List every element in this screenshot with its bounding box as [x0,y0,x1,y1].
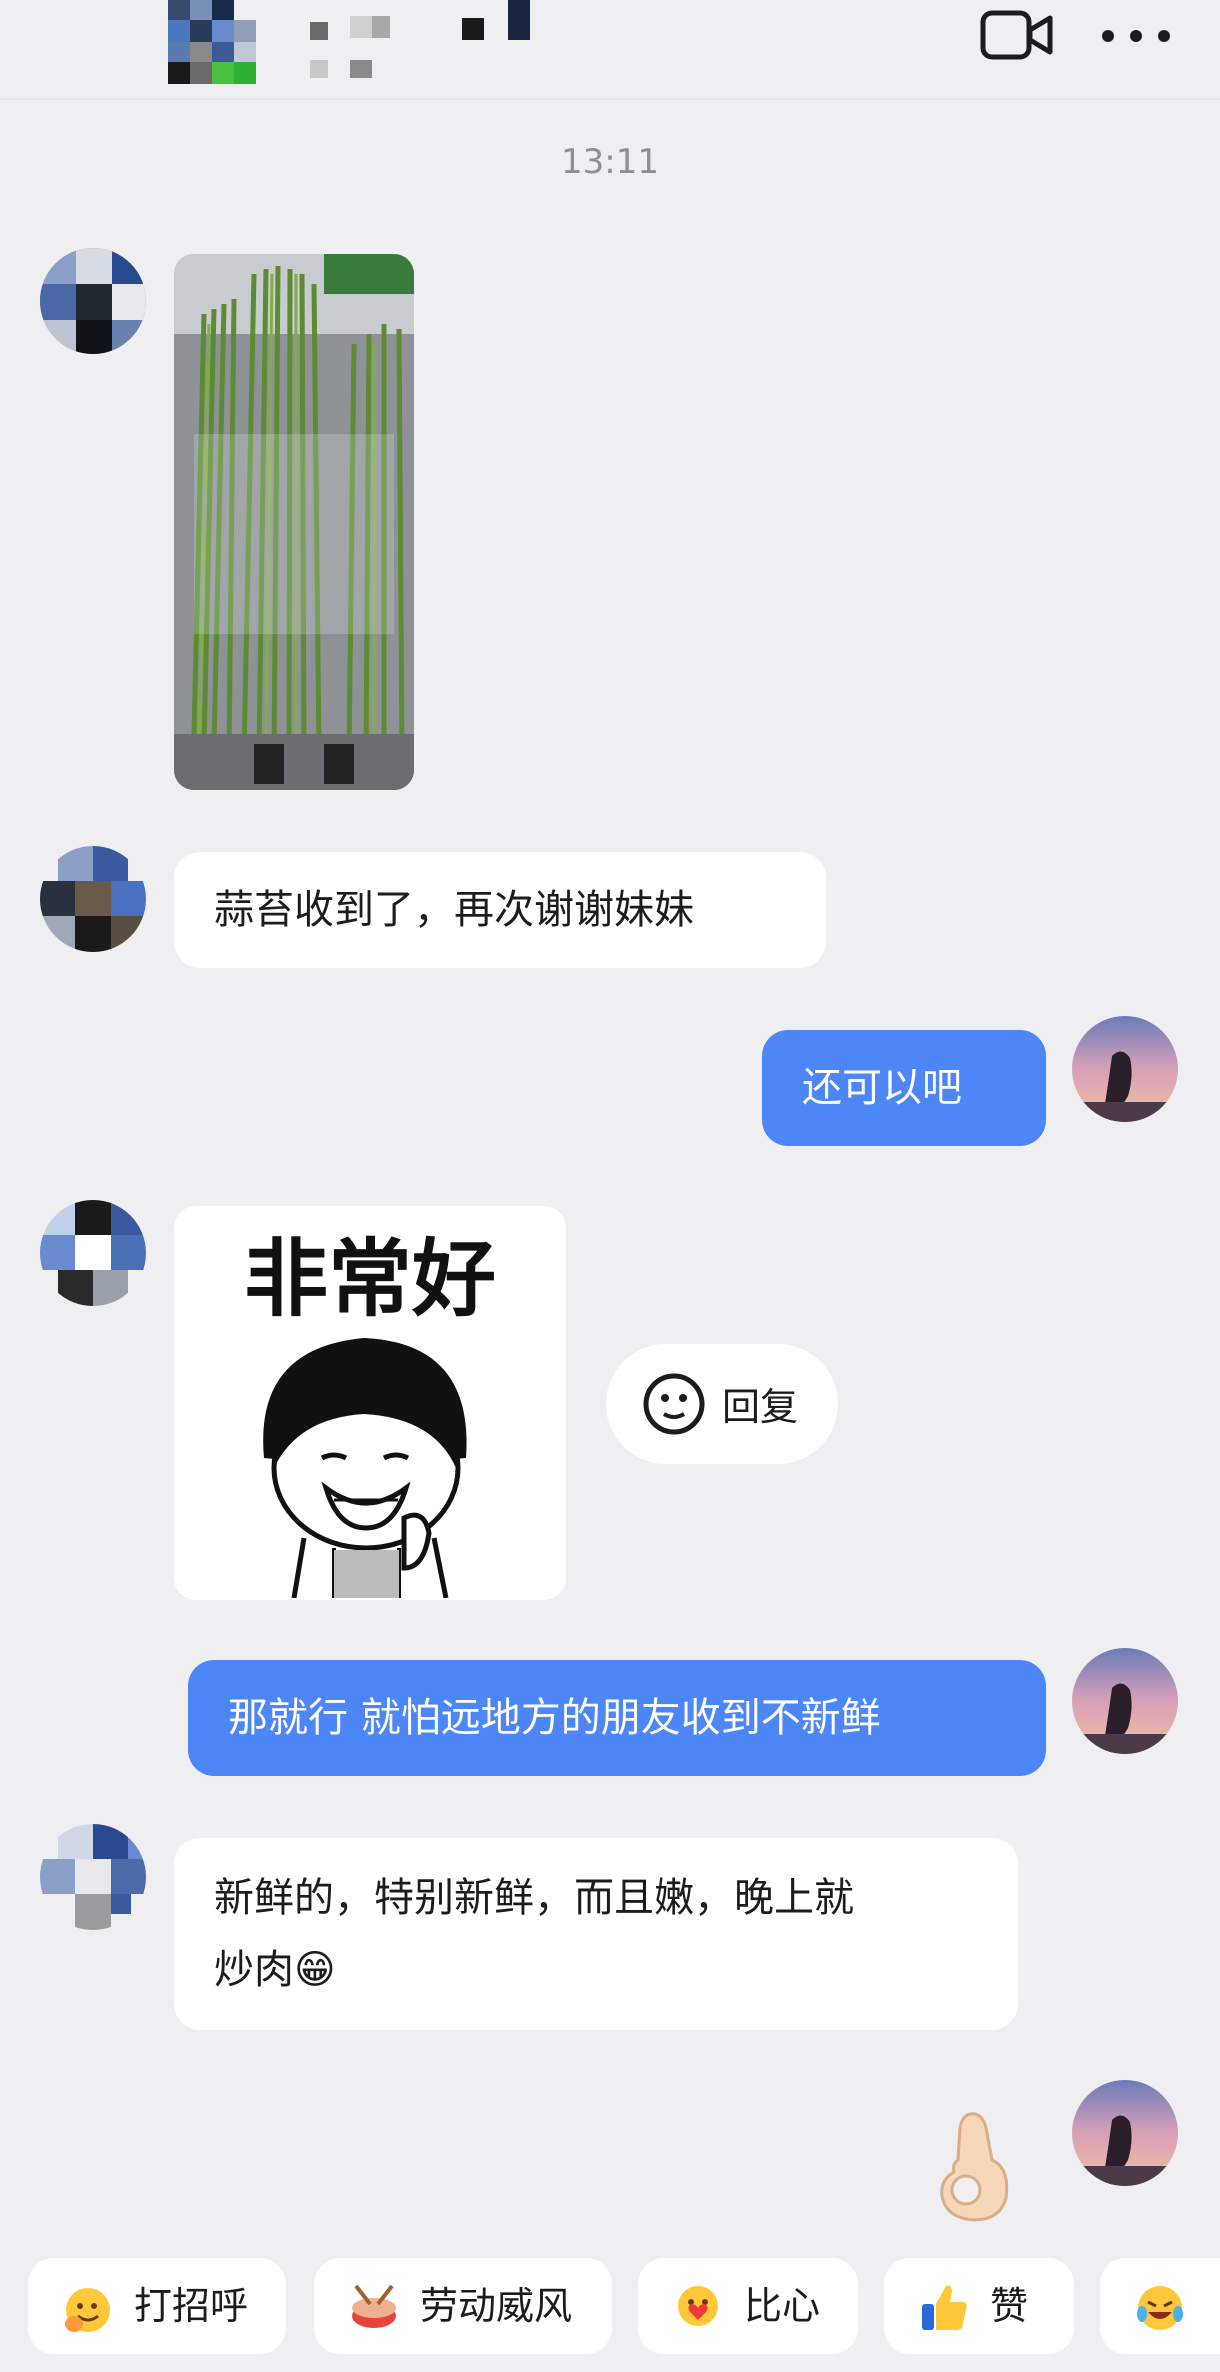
quick-reply-like[interactable]: 赞 [884,2258,1074,2354]
contact-name-pixelated-2 [310,16,390,78]
mushroom-head-meme-icon [263,1338,467,1598]
contact-name-pixelated[interactable] [168,0,288,90]
more-options-icon[interactable] [1100,18,1172,54]
message-bubble-incoming[interactable]: 新鲜的，特别新鲜，而且嫩，晚上就 炒肉😁 [174,1838,1018,2030]
quick-reply-laugh[interactable] [1100,2258,1220,2354]
video-call-icon[interactable] [980,8,1054,64]
message-bubble-outgoing[interactable]: 还可以吧 [762,1030,1046,1146]
quick-reply-greet[interactable]: 打招呼 [28,2258,286,2354]
contact-avatar[interactable] [40,846,146,952]
reply-button[interactable]: 回复 [606,1344,838,1464]
message-text: 那就行 就怕远地方的朋友收到不新鲜 [228,1695,881,1741]
sticker-caption: 非常好 [243,1230,496,1328]
garlic-scapes-photo[interactable] [174,254,414,790]
message-text-line: 新鲜的，特别新鲜，而且嫩，晚上就 [214,1875,854,1921]
my-avatar[interactable] [1072,2080,1178,2186]
thumbs-up-emoji-icon [922,2285,967,2330]
contact-avatar[interactable] [40,1200,146,1306]
drum-emoji-icon [352,2284,396,2328]
quick-reply-label: 劳动威风 [420,2284,573,2328]
quick-reply-labor[interactable]: 劳动威风 [314,2258,612,2354]
quick-reply-bar: 打招呼 劳动威风 比心 赞 [0,2258,1220,2358]
contact-name-pixelated-3 [462,0,530,40]
contact-avatar[interactable] [40,248,146,354]
my-avatar[interactable] [1072,1016,1178,1122]
message-text-line: 炒肉😁 [214,1947,336,1993]
my-avatar[interactable] [1072,1648,1178,1754]
message-timestamp: 13:11 [561,142,659,182]
sticker-message[interactable]: 非常好 [174,1206,566,1600]
ok-hand-emoji-icon[interactable] [930,2108,1020,2224]
smiley-icon [643,1373,705,1435]
message-text: 还可以吧 [802,1065,962,1111]
contact-avatar[interactable] [40,1824,146,1930]
quick-reply-label: 比心 [744,2284,821,2328]
message-text: 蒜苔收到了，再次谢谢妹妹 [214,887,694,933]
message-bubble-outgoing[interactable]: 那就行 就怕远地方的朋友收到不新鲜 [188,1660,1046,1776]
reply-label: 回复 [722,1385,799,1429]
chat-header [0,0,1220,100]
message-bubble-incoming[interactable]: 蒜苔收到了，再次谢谢妹妹 [174,852,826,968]
quick-reply-label: 赞 [990,2284,1029,2328]
wave-emoji-icon [65,2288,110,2332]
heart-hand-emoji-icon [678,2286,718,2326]
laughing-emoji-icon [1137,2286,1183,2330]
quick-reply-label: 打招呼 [134,2284,249,2328]
quick-reply-heart[interactable]: 比心 [638,2258,858,2354]
